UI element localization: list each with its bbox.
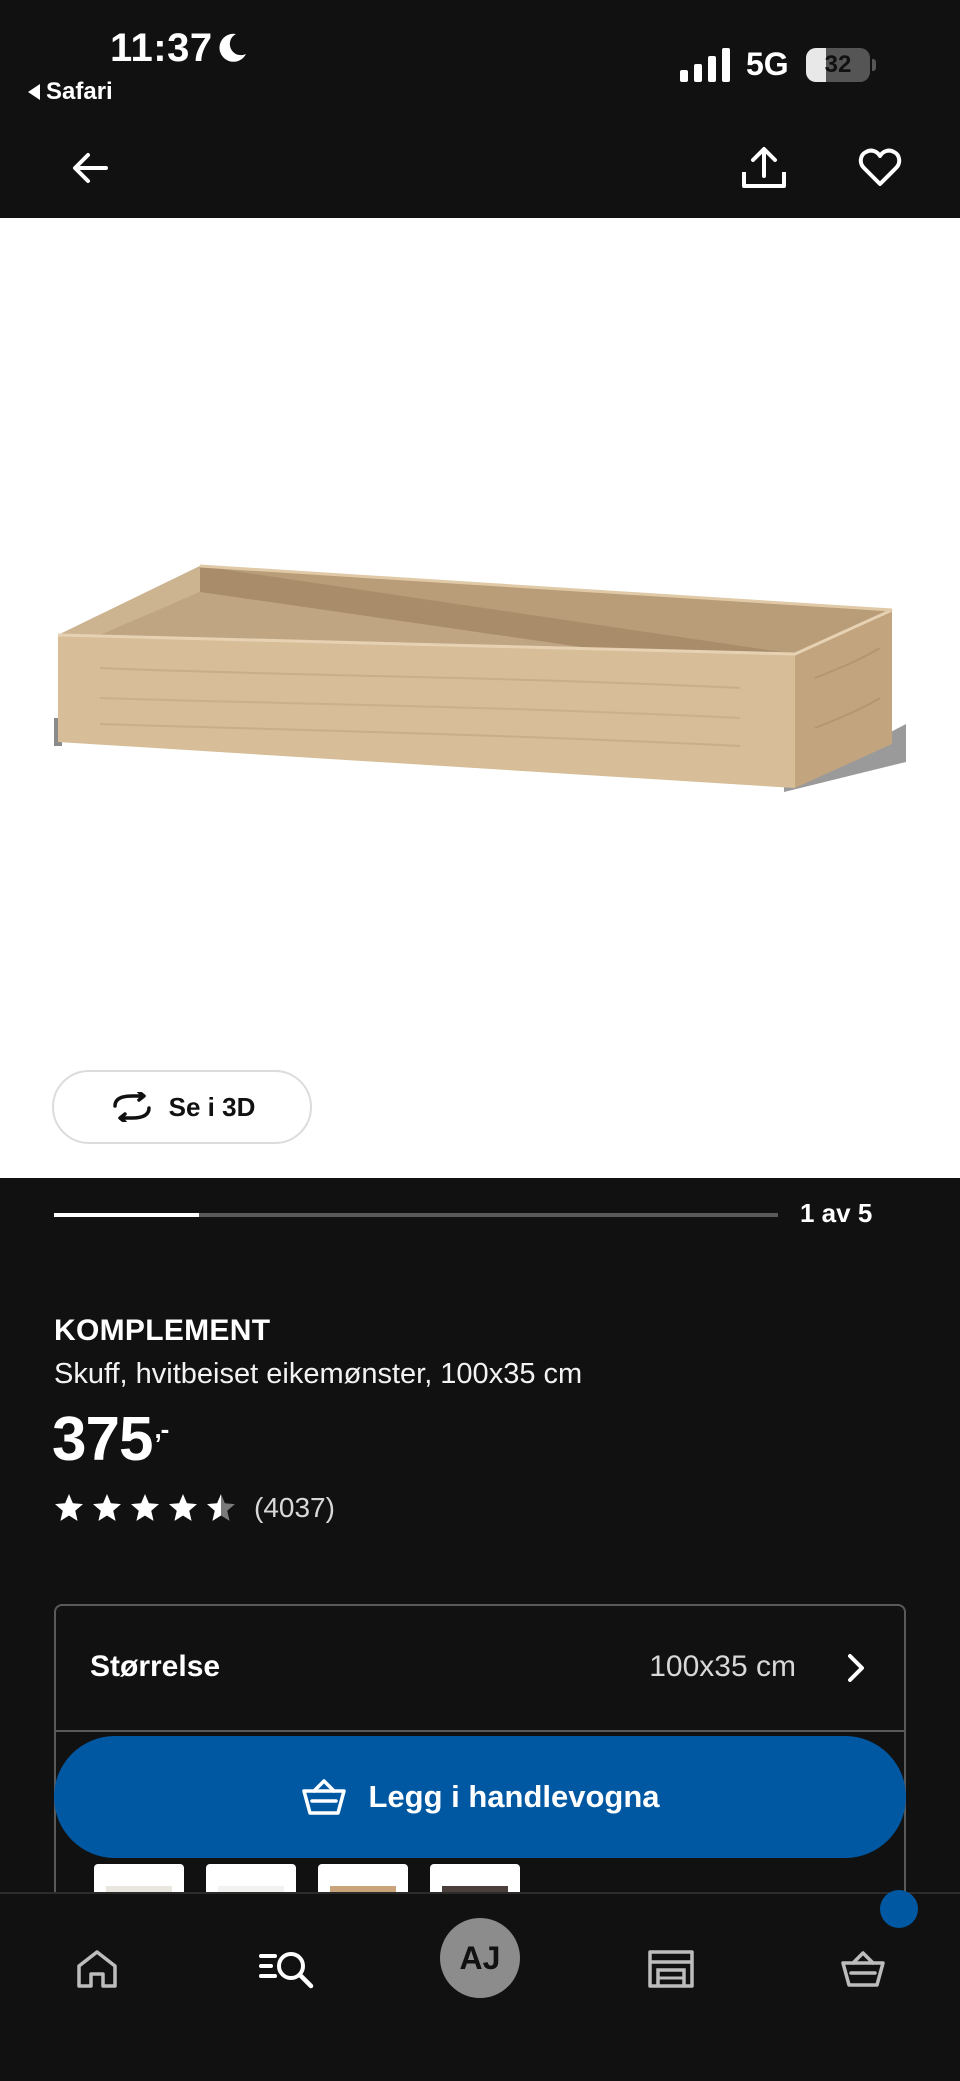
rotate-3d-icon (112, 1092, 151, 1122)
status-time: 11:37 (110, 26, 213, 70)
nav-cart-icon[interactable] (828, 1934, 898, 2004)
nav-store-icon[interactable] (636, 1934, 706, 2004)
star-icon (169, 1494, 197, 1521)
bottom-navigation: AJ (0, 1890, 960, 2081)
size-value: 100x35 cm (649, 1650, 796, 1683)
cellular-signal-icon (680, 48, 730, 82)
star-icon (207, 1494, 235, 1521)
star-icon (93, 1494, 121, 1521)
back-app-label: Safari (46, 78, 113, 105)
share-icon[interactable] (736, 140, 792, 196)
back-to-app-link[interactable]: Safari (28, 78, 113, 106)
review-count: (4037) (254, 1492, 335, 1523)
view-in-3d-label: Se i 3D (168, 1091, 256, 1122)
rating-stars (54, 1493, 236, 1523)
carousel-progress-bar (54, 1213, 778, 1217)
price-suffix: ,- (154, 1414, 169, 1444)
network-type: 5G (746, 46, 789, 82)
nav-home-icon[interactable] (62, 1934, 132, 2004)
chevron-right-icon (848, 1654, 864, 1682)
product-rating[interactable]: (4037) (54, 1492, 335, 1524)
status-bar: 11:37 Safari 5G 32 (0, 0, 960, 128)
nav-search-icon[interactable] (252, 1934, 322, 2004)
avatar[interactable]: AJ (440, 1918, 520, 1998)
add-to-cart-label: Legg i handlevogna (368, 1779, 660, 1814)
product-description: Skuff, hvitbeiset eikemønster, 100x35 cm (54, 1358, 583, 1390)
star-icon (131, 1494, 159, 1521)
product-image-area[interactable]: Se i 3D (0, 218, 960, 1178)
basket-icon (302, 1779, 347, 1815)
battery-icon: 32 (806, 48, 876, 82)
size-selector[interactable]: Størrelse 100x35 cm (56, 1606, 904, 1732)
carousel-position-label: 1 av 5 (800, 1198, 873, 1228)
carousel-progress-fill (54, 1213, 199, 1217)
back-triangle-icon (28, 84, 40, 100)
size-label: Størrelse (90, 1650, 221, 1683)
moon-icon (219, 33, 246, 62)
product-price: 375 ,- (52, 1404, 169, 1475)
price-value: 375 (52, 1405, 153, 1474)
heart-icon[interactable] (852, 140, 908, 196)
star-icon (55, 1494, 83, 1521)
view-in-3d-button[interactable]: Se i 3D (52, 1070, 312, 1144)
product-image (54, 564, 906, 792)
product-name: KOMPLEMENT (54, 1314, 271, 1347)
add-to-cart-button[interactable]: Legg i handlevogna (54, 1736, 906, 1858)
cart-badge (880, 1890, 918, 1928)
battery-level: 32 (824, 51, 852, 78)
back-arrow-icon[interactable] (62, 140, 118, 196)
